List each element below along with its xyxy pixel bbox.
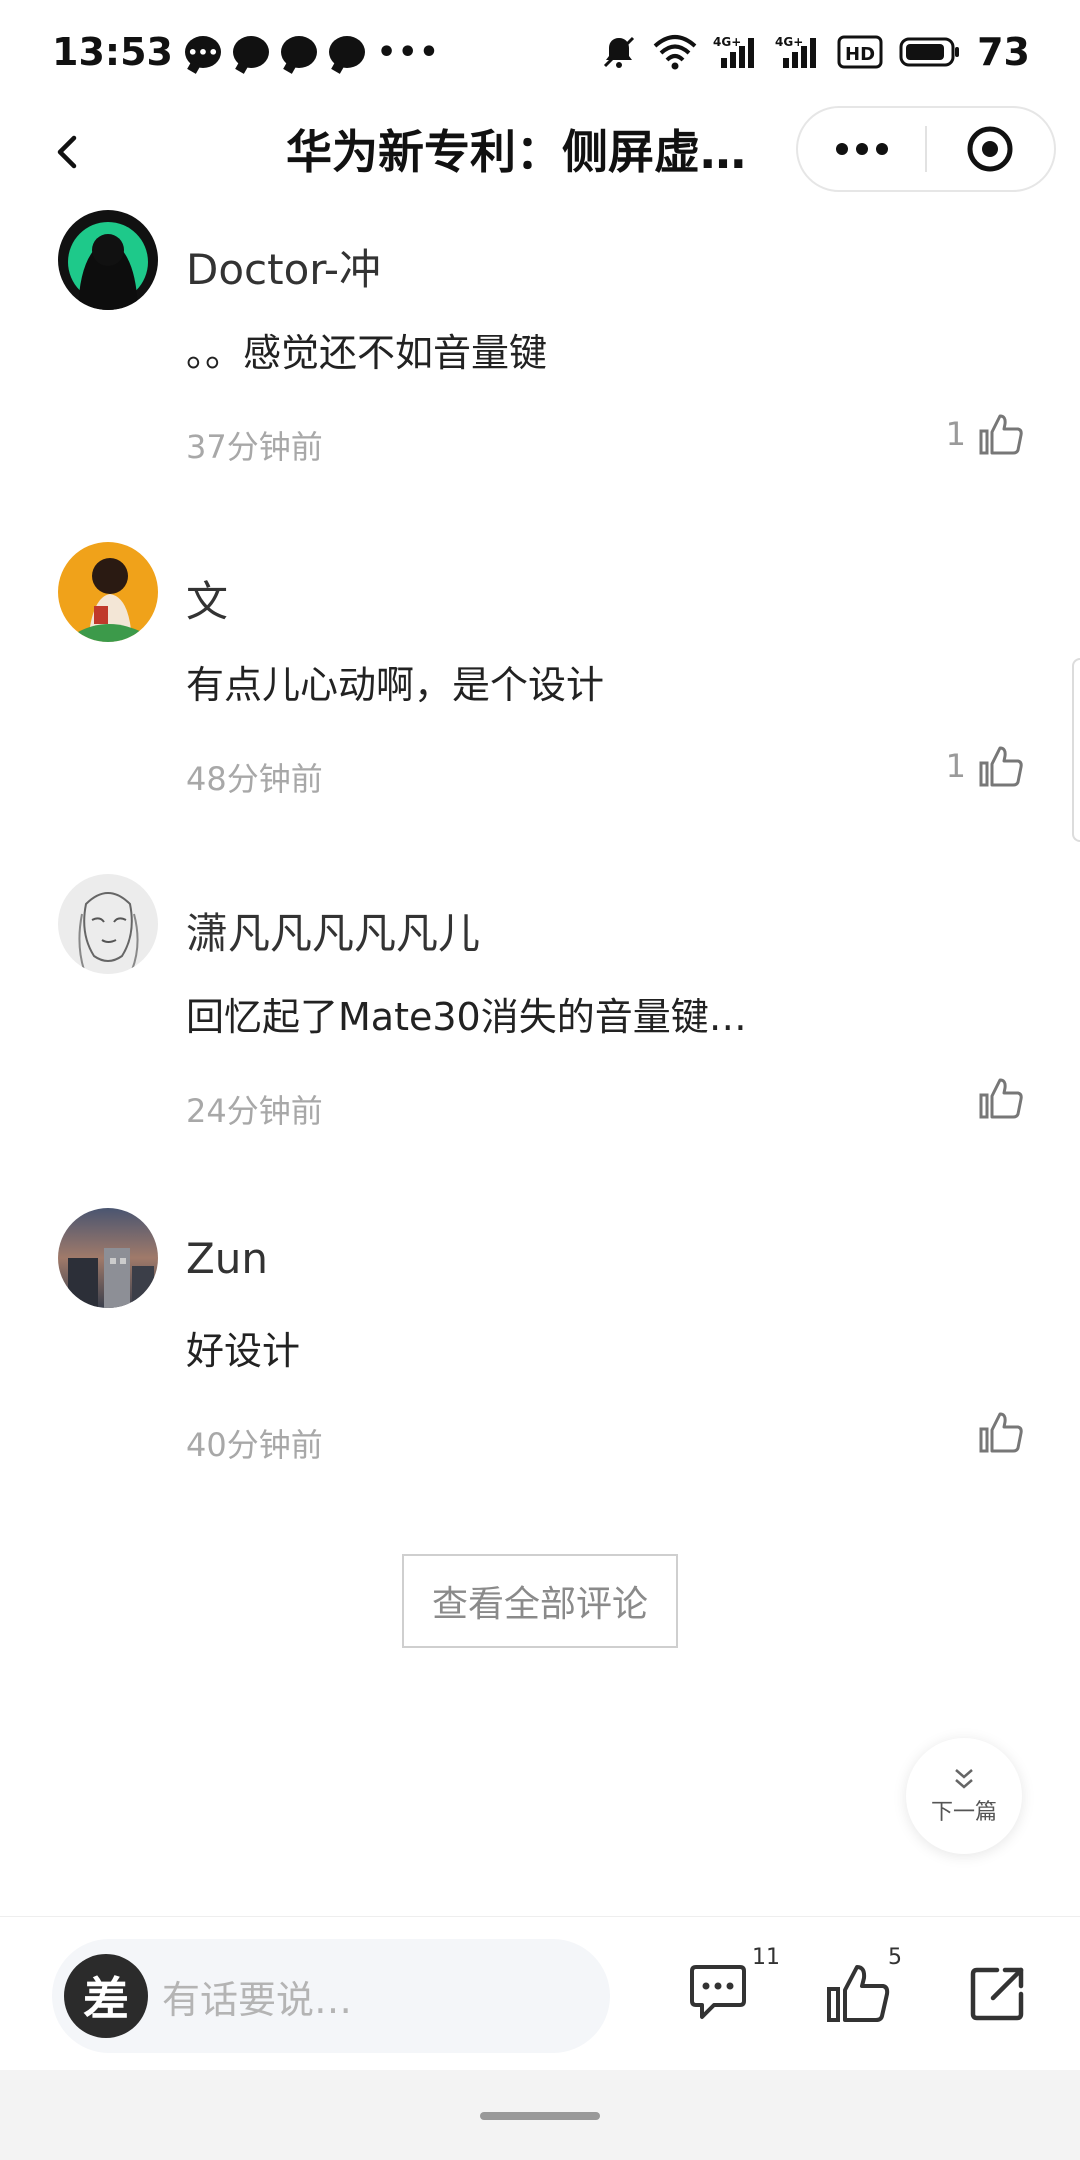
comment-time: 48分钟前 [186, 760, 323, 798]
like-count-badge: 5 [888, 1945, 902, 1970]
message-icon [232, 36, 269, 68]
like-button[interactable] [966, 1076, 1024, 1120]
like-button[interactable]: 1 [946, 412, 1024, 456]
like-button[interactable] [966, 1410, 1024, 1454]
signal-4g-icon: 4G+ [775, 34, 821, 70]
wifi-icon [653, 34, 697, 70]
thumbs-up-icon [979, 1412, 1023, 1453]
comment-text: 好设计 [186, 1329, 301, 1373]
comment-time: 40分钟前 [186, 1426, 323, 1464]
view-all-comments-button[interactable]: 查看全部评论 [402, 1554, 678, 1648]
comment-text: 。。感觉还不如音量键 [186, 331, 548, 375]
comment-item: Doctor-冲 。。感觉还不如音量键 37分钟前 1 [0, 210, 1080, 544]
back-button[interactable] [40, 124, 96, 180]
chevron-left-icon [57, 135, 77, 169]
avatar[interactable] [58, 874, 158, 974]
comment-input[interactable]: 差 有话要说… [52, 1939, 610, 2053]
chat-app-icon: ••• [184, 36, 221, 68]
silent-icon [601, 34, 637, 70]
comment-time: 37分钟前 [186, 428, 323, 466]
svg-text:4G+: 4G+ [713, 35, 741, 49]
target-close-icon [967, 126, 1013, 172]
more-notifications-icon: ••• [376, 34, 441, 70]
battery-level: 73 [977, 30, 1030, 74]
user-avatar: 差 [64, 1954, 148, 2038]
status-left: 13:53 ••• ••• [52, 30, 441, 74]
share-button[interactable] [958, 1953, 1038, 2033]
nav-bar: 华为新专利：侧屏虚… [0, 104, 1080, 200]
next-article-label: 下一篇 [930, 1800, 997, 1825]
thumbs-up-icon [979, 746, 1023, 787]
comment-author[interactable]: Zun [186, 1234, 268, 1283]
bottom-bar: 差 有话要说… 11 5 [0, 1916, 1080, 2070]
hd-icon: HD [837, 34, 883, 70]
svg-text:HD: HD [845, 44, 875, 65]
avatar[interactable] [58, 542, 158, 642]
comment-item: 文 有点儿心动啊，是个设计 48分钟前 1 [0, 542, 1080, 876]
comment-count-badge: 11 [752, 1945, 780, 1970]
comment-item: 潇凡凡凡凡凡儿 回忆起了Mate30消失的音量键… 24分钟前 [0, 874, 1080, 1208]
next-article-button[interactable]: 下一篇 [906, 1738, 1022, 1854]
comment-author[interactable]: 文 [186, 568, 228, 629]
thumbs-up-icon [979, 1078, 1023, 1119]
like-article-button[interactable]: 5 [818, 1945, 902, 2033]
comment-author[interactable]: Doctor-冲 [186, 236, 381, 297]
svg-text:4G+: 4G+ [775, 35, 803, 49]
battery-icon [899, 36, 961, 68]
comment-time: 24分钟前 [186, 1092, 323, 1130]
close-button[interactable] [927, 108, 1054, 190]
comment-item: Zun 好设计 40分钟前 [0, 1208, 1080, 1542]
like-button[interactable]: 1 [946, 744, 1024, 788]
avatar[interactable] [58, 210, 158, 310]
avatar[interactable] [58, 1208, 158, 1308]
thumbs-up-icon [979, 414, 1023, 455]
comment-bubble-icon [690, 1965, 746, 2019]
message-icon [280, 36, 317, 68]
double-chevron-down-icon [955, 1769, 973, 1789]
more-dots-icon [835, 143, 888, 155]
more-button[interactable] [798, 108, 925, 190]
comment-text: 有点儿心动啊，是个设计 [186, 663, 605, 707]
home-indicator[interactable] [480, 2112, 600, 2120]
signal-4g-icon: 4G+ [713, 34, 759, 70]
comment-text: 回忆起了Mate30消失的音量键… [186, 995, 747, 1039]
thumbs-up-icon [827, 1965, 890, 2022]
like-count: 1 [945, 747, 966, 785]
message-icon [328, 36, 365, 68]
page-title: 华为新专利：侧屏虚… [286, 125, 746, 179]
comments-button[interactable]: 11 [678, 1945, 780, 2033]
like-count: 1 [945, 415, 966, 453]
status-time: 13:53 [52, 30, 173, 74]
gesture-navigation-area [0, 2070, 1080, 2160]
comment-author[interactable]: 潇凡凡凡凡凡儿 [186, 900, 480, 961]
share-external-icon [970, 1967, 1024, 2021]
status-right: 4G+ 4G+ HD 73 [601, 30, 1030, 74]
scroll-indicator[interactable] [1072, 658, 1080, 842]
status-bar: 13:53 ••• ••• 4G+ 4G+ HD 73 [0, 0, 1080, 104]
miniprogram-capsule [796, 106, 1056, 192]
comment-input-placeholder: 有话要说… [162, 1977, 353, 2022]
